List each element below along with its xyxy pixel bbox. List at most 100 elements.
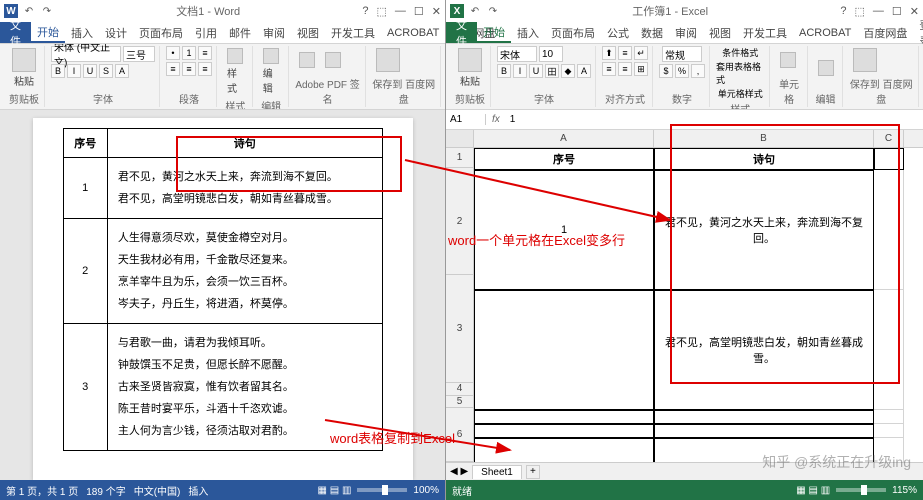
cell-C3[interactable] bbox=[874, 290, 904, 410]
cell-C1[interactable] bbox=[874, 148, 904, 170]
comma-button[interactable]: , bbox=[691, 64, 705, 78]
bold-button[interactable]: B bbox=[51, 64, 65, 78]
select-all-corner[interactable] bbox=[446, 130, 474, 147]
word-table[interactable]: 序号诗句 1君不见，黄河之水天上来，奔流到海不复回。君不见，高堂明镜悲白发，朝如… bbox=[63, 128, 383, 451]
styles-button[interactable]: 样式 bbox=[223, 46, 248, 97]
cell-style-button[interactable]: 单元格样式 bbox=[718, 87, 763, 100]
tab-references[interactable]: 引用 bbox=[189, 22, 223, 43]
add-sheet-button[interactable]: + bbox=[526, 465, 540, 479]
acrobat-sign-button[interactable] bbox=[321, 50, 345, 71]
word-cell-num-3[interactable]: 3 bbox=[63, 324, 107, 451]
close-icon[interactable]: ✕ bbox=[910, 5, 919, 18]
insert-mode[interactable]: 插入 bbox=[188, 483, 208, 498]
name-box[interactable]: A1 bbox=[446, 114, 486, 125]
align-top-button[interactable]: ⬆ bbox=[602, 46, 616, 60]
font-size-select[interactable]: 三号 bbox=[123, 46, 155, 62]
tab-insert[interactable]: 插入 bbox=[511, 22, 545, 43]
word-th-num[interactable]: 序号 bbox=[63, 129, 107, 158]
align-left-button[interactable]: ≡ bbox=[602, 62, 616, 76]
cell-B5[interactable] bbox=[654, 424, 874, 438]
cell-C5[interactable] bbox=[874, 424, 904, 438]
edit-button[interactable]: 编辑 bbox=[259, 46, 284, 97]
currency-button[interactable]: $ bbox=[659, 64, 673, 78]
formula-input[interactable]: 1 bbox=[506, 114, 923, 125]
word-document-area[interactable]: 序号诗句 1君不见，黄河之水天上来，奔流到海不复回。君不见，高堂明镜悲白发，朝如… bbox=[0, 110, 445, 480]
font-name-select[interactable]: 宋体 bbox=[497, 46, 537, 62]
row-header-4[interactable]: 4 bbox=[446, 383, 473, 396]
cell-B1[interactable]: 诗句 bbox=[654, 148, 874, 170]
number-format-select[interactable]: 常规 bbox=[662, 46, 702, 62]
indent-button[interactable]: ≡ bbox=[198, 46, 212, 60]
sheet-nav-icon[interactable]: ◀ ▶ bbox=[450, 466, 468, 477]
cell-B3[interactable]: 君不见，高堂明镜悲白发，朝如青丝暮成雪。 bbox=[654, 290, 874, 410]
zoom-slider[interactable] bbox=[357, 488, 407, 492]
tab-baidu[interactable]: 百度网盘 bbox=[857, 22, 913, 43]
tab-home[interactable]: 开始 bbox=[31, 22, 65, 43]
acrobat-create-button[interactable] bbox=[295, 50, 319, 71]
ribbon-toggle-icon[interactable]: ⬚ bbox=[377, 5, 387, 18]
cell-A3[interactable] bbox=[474, 290, 654, 410]
word-cell-poem-3[interactable]: 与君歌一曲，请君为我倾耳听。钟鼓馔玉不足贵，但愿长醉不愿醒。古来圣贤皆寂寞，惟有… bbox=[107, 324, 382, 451]
bullets-button[interactable]: • bbox=[166, 46, 180, 60]
col-header-b[interactable]: B bbox=[654, 130, 874, 147]
minimize-icon[interactable]: — bbox=[395, 5, 406, 18]
ribbon-toggle-icon[interactable]: ⬚ bbox=[855, 5, 865, 18]
edit-button[interactable] bbox=[814, 58, 838, 79]
italic-button[interactable]: I bbox=[67, 64, 81, 78]
tab-acrobat[interactable]: ACROBAT bbox=[381, 22, 445, 43]
redo-icon[interactable]: ↷ bbox=[486, 4, 500, 18]
tab-design[interactable]: 设计 bbox=[99, 22, 133, 43]
font-name-select[interactable]: 宋体 (中文正文) bbox=[51, 46, 121, 62]
cell-C4[interactable] bbox=[874, 410, 904, 424]
align-right-button[interactable]: ≡ bbox=[198, 62, 212, 76]
cell-C6[interactable] bbox=[874, 438, 904, 462]
tab-layout[interactable]: 页面布局 bbox=[545, 22, 601, 43]
tab-acrobat[interactable]: ACROBAT bbox=[793, 22, 857, 43]
tab-layout[interactable]: 页面布局 bbox=[133, 22, 189, 43]
fx-icon[interactable]: fx bbox=[486, 114, 506, 125]
tab-mailings[interactable]: 邮件 bbox=[223, 22, 257, 43]
zoom-level[interactable]: 100% bbox=[413, 485, 439, 496]
italic-button[interactable]: I bbox=[513, 64, 527, 78]
maximize-icon[interactable]: ☐ bbox=[892, 5, 902, 18]
maximize-icon[interactable]: ☐ bbox=[414, 5, 424, 18]
baidu-save-button[interactable] bbox=[372, 46, 404, 75]
bold-button[interactable]: B bbox=[497, 64, 511, 78]
cell-B4[interactable] bbox=[654, 410, 874, 424]
row-header-6[interactable]: 6 bbox=[446, 408, 473, 462]
font-size-select[interactable]: 10 bbox=[539, 46, 563, 62]
help-icon[interactable]: ? bbox=[840, 5, 846, 18]
zoom-level[interactable]: 115% bbox=[892, 485, 917, 496]
row-header-1[interactable]: 1 bbox=[446, 148, 473, 168]
sheet-tab-1[interactable]: Sheet1 bbox=[472, 465, 522, 479]
fill-color-button[interactable]: ◆ bbox=[561, 64, 575, 78]
cell-A2[interactable]: 1 bbox=[474, 170, 654, 290]
tab-review[interactable]: 审阅 bbox=[669, 22, 703, 43]
underline-button[interactable]: U bbox=[83, 64, 97, 78]
close-icon[interactable]: ✕ bbox=[432, 5, 441, 18]
word-th-poem[interactable]: 诗句 bbox=[107, 129, 382, 158]
tab-data[interactable]: 数据 bbox=[635, 22, 669, 43]
merge-button[interactable]: ⊞ bbox=[634, 62, 648, 76]
cell-A5[interactable] bbox=[474, 424, 654, 438]
word-count[interactable]: 189 个字 bbox=[86, 483, 125, 498]
tab-home[interactable]: 开始 bbox=[477, 22, 511, 43]
word-cell-num-1[interactable]: 1 bbox=[63, 158, 107, 219]
cell-B2[interactable]: 君不见，黄河之水天上来，奔流到海不复回。 bbox=[654, 170, 874, 290]
page-indicator[interactable]: 第 1 页，共 1 页 bbox=[6, 483, 78, 498]
tab-developer[interactable]: 开发工具 bbox=[325, 22, 381, 43]
paste-button[interactable]: 粘贴 bbox=[454, 46, 486, 90]
cells-button[interactable] bbox=[776, 50, 800, 71]
align-mid-button[interactable]: ≡ bbox=[618, 46, 632, 60]
font-color-button[interactable]: A bbox=[577, 64, 591, 78]
cell-B6[interactable]: 人生得意须尽欢，莫使金樽空对月。 bbox=[654, 438, 874, 462]
baidu-save-button[interactable] bbox=[849, 46, 881, 75]
paste-button[interactable]: 粘贴 bbox=[8, 46, 40, 90]
strike-button[interactable]: S bbox=[99, 64, 113, 78]
cell-C2[interactable] bbox=[874, 170, 904, 290]
cell-A4[interactable] bbox=[474, 410, 654, 424]
tab-formulas[interactable]: 公式 bbox=[601, 22, 635, 43]
tab-developer[interactable]: 开发工具 bbox=[737, 22, 793, 43]
undo-icon[interactable]: ↶ bbox=[468, 4, 482, 18]
minimize-icon[interactable]: — bbox=[873, 5, 884, 18]
